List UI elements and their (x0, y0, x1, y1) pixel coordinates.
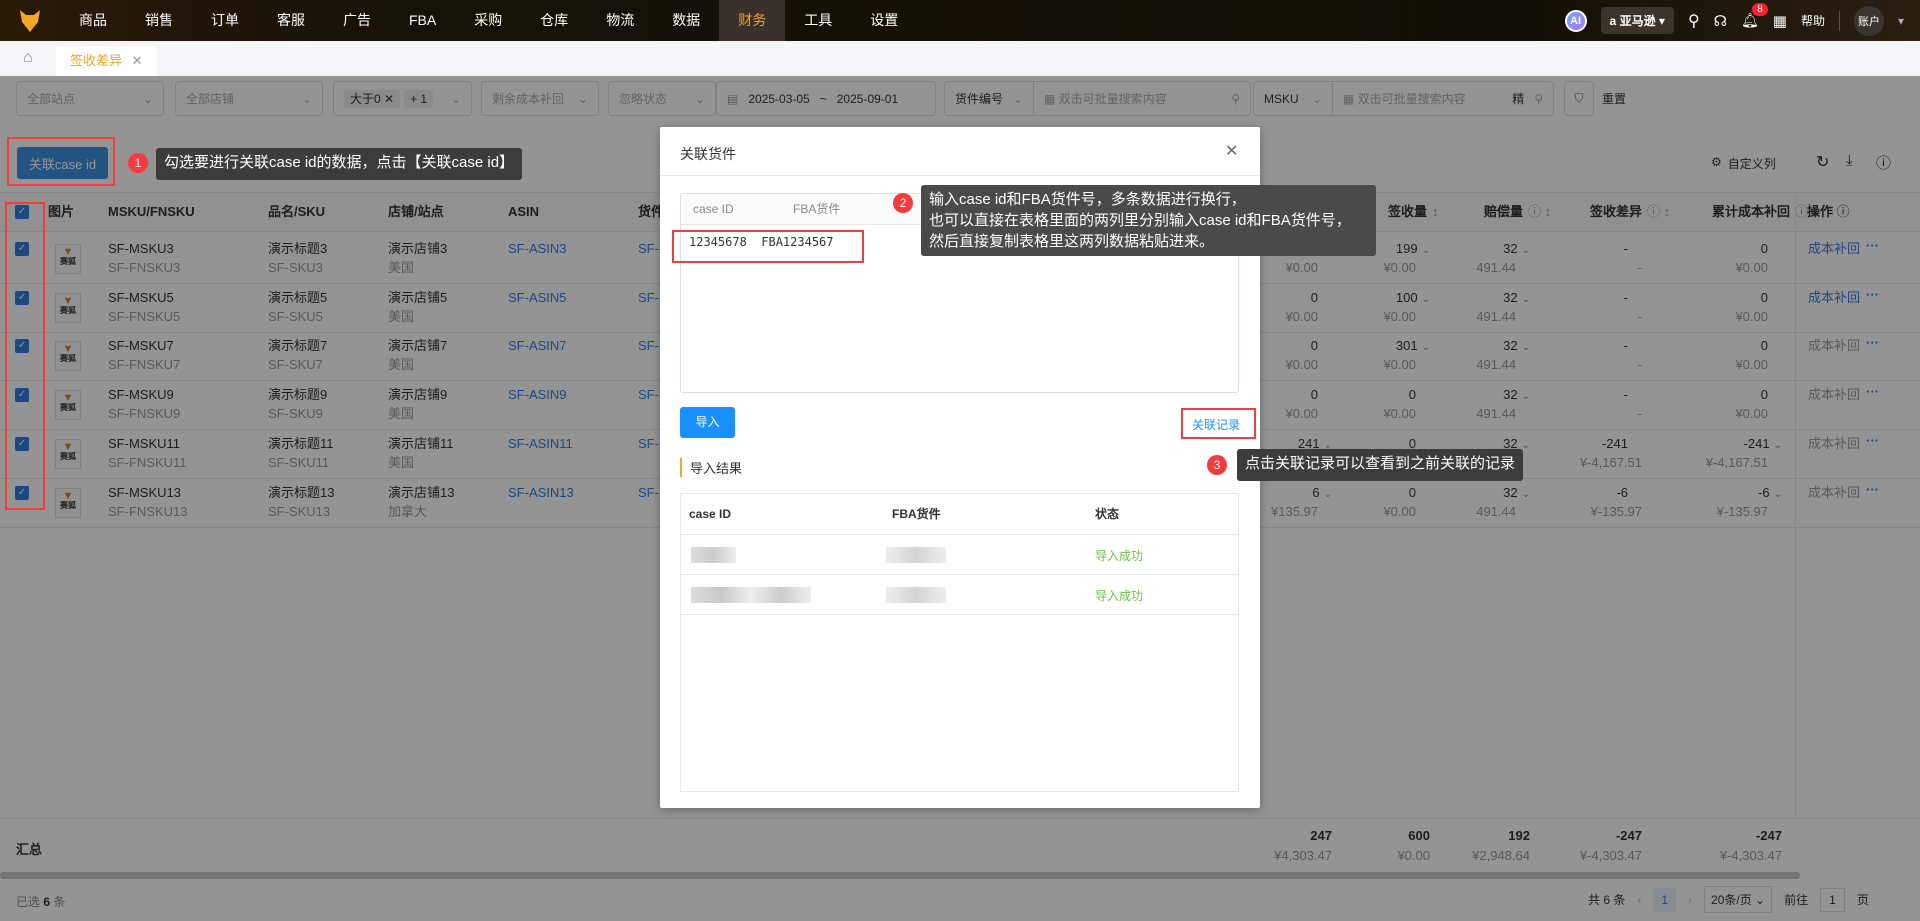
help-link[interactable]: 帮助 (1801, 12, 1825, 29)
step-badge-3: 3 (1207, 455, 1227, 475)
nav-item[interactable]: 销售 (126, 0, 192, 41)
notification-badge: 8 (1752, 3, 1768, 16)
step-badge-1: 1 (128, 153, 148, 173)
fox-logo-icon[interactable] (0, 0, 60, 41)
nav-item[interactable]: FBA (390, 0, 455, 41)
annotation-tooltip-3: 点击关联记录可以查看到之前关联的记录 (1237, 449, 1524, 481)
platform-label: 亚马逊 (1619, 14, 1656, 28)
blurred-case-id (691, 547, 736, 563)
result-row: 导入成功 (681, 575, 1238, 615)
res-header-status: 状态 (1095, 507, 1120, 521)
close-icon[interactable]: ✕ (1225, 141, 1238, 161)
avatar[interactable]: 账户 (1853, 5, 1884, 36)
nav-item[interactable]: 商品 (60, 0, 126, 41)
nav-item[interactable]: 采购 (455, 0, 521, 41)
blurred-fba-id (886, 587, 946, 603)
platform-selector[interactable]: a 亚马逊 ▾ (1600, 7, 1674, 34)
modal-title: 关联货件 (680, 146, 736, 162)
nav-item[interactable]: 仓库 (521, 0, 587, 41)
status-success: 导入成功 (1095, 589, 1144, 603)
status-success: 导入成功 (1095, 549, 1144, 563)
annotation-box-checkboxes (5, 202, 45, 510)
nav-item[interactable]: 设置 (851, 0, 917, 41)
tab-bar: ⌂ 签收差异 ✕ (0, 41, 1920, 76)
chevron-down-icon[interactable]: ▾ (1898, 14, 1904, 28)
blurred-fba-id (886, 547, 946, 563)
nav-item[interactable]: 广告 (324, 0, 390, 41)
step-badge-2: 2 (893, 193, 913, 213)
nav-item[interactable]: 物流 (587, 0, 653, 41)
col-fba: FBA货件 (793, 202, 841, 216)
blurred-case-id (691, 587, 811, 603)
bell-icon[interactable]: 🔔︎ 8 (1741, 3, 1768, 29)
tab-receipt-diff[interactable]: 签收差异 ✕ (56, 46, 157, 76)
annotation-box-button (7, 137, 115, 186)
res-header-fba: FBA货件 (892, 507, 941, 521)
col-case-id: case ID (693, 202, 734, 216)
import-result-title: 导入结果 (680, 458, 742, 477)
close-icon[interactable]: ✕ (132, 53, 143, 68)
result-row: 导入成功 (681, 535, 1238, 575)
annotation-box-input (672, 230, 864, 263)
tab-label: 签收差异 (70, 53, 123, 68)
apps-grid-icon[interactable]: ▦ (1773, 12, 1787, 30)
divider (1838, 10, 1840, 31)
annotation-tooltip-2: 输入case id和FBA货件号，多条数据进行换行， 也可以直接在表格里面的两列里… (921, 185, 1376, 256)
nav-item[interactable]: 工具 (785, 0, 851, 41)
annotation-box-records (1181, 408, 1256, 439)
divider (660, 175, 1260, 176)
import-result-table: case ID FBA货件 状态 导入成功 导入成功 (680, 493, 1239, 792)
nav-item[interactable]: 客服 (258, 0, 324, 41)
nav-item[interactable]: 订单 (192, 0, 258, 41)
nav-item[interactable]: 数据 (653, 0, 719, 41)
nav-right: AI a 亚马逊 ▾ ⚲ ☊ 🔔︎ 8 ▦ 帮助 账户 ▾ (1564, 0, 1920, 41)
headset-icon[interactable]: ☊ (1714, 12, 1727, 30)
amazon-icon: a (1609, 14, 1620, 28)
search-icon[interactable]: ⚲ (1688, 11, 1700, 31)
res-header-case: case ID (689, 507, 732, 521)
annotation-tooltip-1: 勾选要进行关联case id的数据，点击【关联case id】 (156, 148, 523, 180)
ai-button[interactable]: AI (1564, 9, 1587, 32)
home-icon[interactable]: ⌂ (23, 49, 33, 67)
nav-item[interactable]: 财务 (719, 0, 786, 41)
import-button[interactable]: 导入 (680, 407, 735, 438)
